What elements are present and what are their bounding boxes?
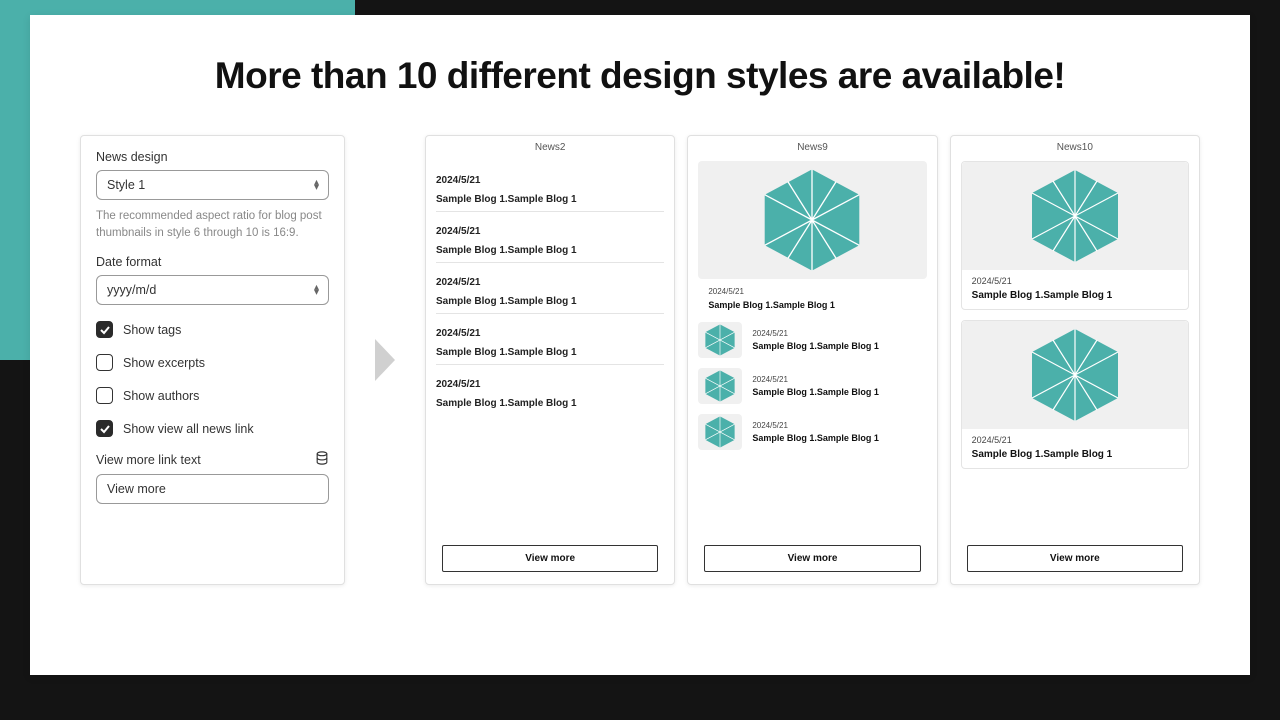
item-date: 2024/5/21 [436,379,664,390]
database-icon[interactable] [315,451,329,468]
card-item[interactable]: 2024/5/21 Sample Blog 1.Sample Blog 1 [961,320,1189,469]
thumbnail-placeholder [698,161,926,279]
show-authors-label: Show authors [123,389,199,403]
item-title: Sample Blog 1.Sample Blog 1 [708,300,916,310]
item-date: 2024/5/21 [752,421,879,430]
arrow-separator [357,135,413,585]
view-more-button[interactable]: View more [967,545,1183,572]
item-title: Sample Blog 1.Sample Blog 1 [972,449,1178,460]
style-hint-text: The recommended aspect ratio for blog po… [96,208,329,241]
view-more-label: View more link text [96,453,201,467]
item-date: 2024/5/21 [708,287,916,296]
thumbnail-placeholder [698,368,742,404]
thumbnail-placeholder [962,162,1188,270]
select-caret-icon: ▴▾ [314,285,319,295]
thumbnail-placeholder [698,414,742,450]
list-item[interactable]: 2024/5/21 Sample Blog 1.Sample Blog 1 [436,320,664,365]
date-format-input[interactable] [96,275,329,305]
list-item[interactable]: 2024/5/21 Sample Blog 1.Sample Blog 1 [436,269,664,314]
date-format-select[interactable]: ▴▾ [96,275,329,305]
show-excerpts-label: Show excerpts [123,356,205,370]
item-date: 2024/5/21 [436,328,664,339]
checkbox-unchecked-icon [96,387,113,404]
preview-news10: News10 2024/5/21 Sample Blog 1.Sample Bl… [950,135,1200,585]
item-date: 2024/5/21 [436,277,664,288]
item-title: Sample Blog 1.Sample Blog 1 [436,245,664,256]
item-title: Sample Blog 1.Sample Blog 1 [436,296,664,307]
item-title: Sample Blog 1.Sample Blog 1 [436,194,664,205]
thumbnail-placeholder [698,322,742,358]
card-item[interactable]: 2024/5/21 Sample Blog 1.Sample Blog 1 [961,161,1189,310]
thumbnail-placeholder [962,321,1188,429]
show-viewall-label: Show view all news link [123,422,254,436]
list-item[interactable]: 2024/5/21 Sample Blog 1.Sample Blog 1 [436,167,664,212]
select-caret-icon: ▴▾ [314,180,319,190]
content-columns: News design ▴▾ The recommended aspect ra… [80,135,1200,585]
item-date: 2024/5/21 [972,276,1178,286]
item-title: Sample Blog 1.Sample Blog 1 [972,290,1178,301]
preview-body: 2024/5/21 Sample Blog 1.Sample Blog 1 20… [951,157,1199,539]
item-date: 2024/5/21 [972,435,1178,445]
item-title: Sample Blog 1.Sample Blog 1 [436,398,664,409]
style-select-input[interactable] [96,170,329,200]
list-item[interactable]: 2024/5/21 Sample Blog 1.Sample Blog 1 [698,366,926,406]
item-title: Sample Blog 1.Sample Blog 1 [752,341,879,351]
featured-item[interactable]: 2024/5/21 Sample Blog 1.Sample Blog 1 [698,161,926,312]
preview-news9: News9 2024/5/21 Sample Blog 1.Sample Blo… [687,135,937,585]
show-excerpts-option[interactable]: Show excerpts [96,346,329,379]
style-select[interactable]: ▴▾ [96,170,329,200]
preview-news2: News2 2024/5/21 Sample Blog 1.Sample Blo… [425,135,675,585]
item-title: Sample Blog 1.Sample Blog 1 [752,433,879,443]
show-tags-label: Show tags [123,323,181,337]
view-more-input[interactable] [96,474,329,504]
list-item[interactable]: 2024/5/21 Sample Blog 1.Sample Blog 1 [436,371,664,415]
item-title: Sample Blog 1.Sample Blog 1 [436,347,664,358]
preview-title: News10 [951,136,1199,157]
preview-body: 2024/5/21 Sample Blog 1.Sample Blog 1 20… [426,157,674,539]
list-item[interactable]: 2024/5/21 Sample Blog 1.Sample Blog 1 [436,218,664,263]
checkbox-unchecked-icon [96,354,113,371]
show-tags-option[interactable]: Show tags [96,313,329,346]
item-title: Sample Blog 1.Sample Blog 1 [752,387,879,397]
show-viewall-option[interactable]: Show view all news link [96,412,329,445]
list-item[interactable]: 2024/5/21 Sample Blog 1.Sample Blog 1 [698,412,926,452]
settings-panel: News design ▴▾ The recommended aspect ra… [80,135,345,585]
view-more-button[interactable]: View more [704,545,920,572]
item-date: 2024/5/21 [752,375,879,384]
item-date: 2024/5/21 [436,226,664,237]
preview-body: 2024/5/21 Sample Blog 1.Sample Blog 1 20… [688,157,936,539]
view-more-button[interactable]: View more [442,545,658,572]
preview-title: News2 [426,136,674,157]
date-format-label: Date format [96,255,329,269]
page-title: More than 10 different design styles are… [80,55,1200,97]
checkbox-checked-icon [96,321,113,338]
item-date: 2024/5/21 [436,175,664,186]
show-authors-option[interactable]: Show authors [96,379,329,412]
preview-title: News9 [688,136,936,157]
item-date: 2024/5/21 [752,329,879,338]
checkbox-checked-icon [96,420,113,437]
news-design-label: News design [96,150,329,164]
main-card: More than 10 different design styles are… [30,15,1250,675]
list-item[interactable]: 2024/5/21 Sample Blog 1.Sample Blog 1 [698,320,926,360]
